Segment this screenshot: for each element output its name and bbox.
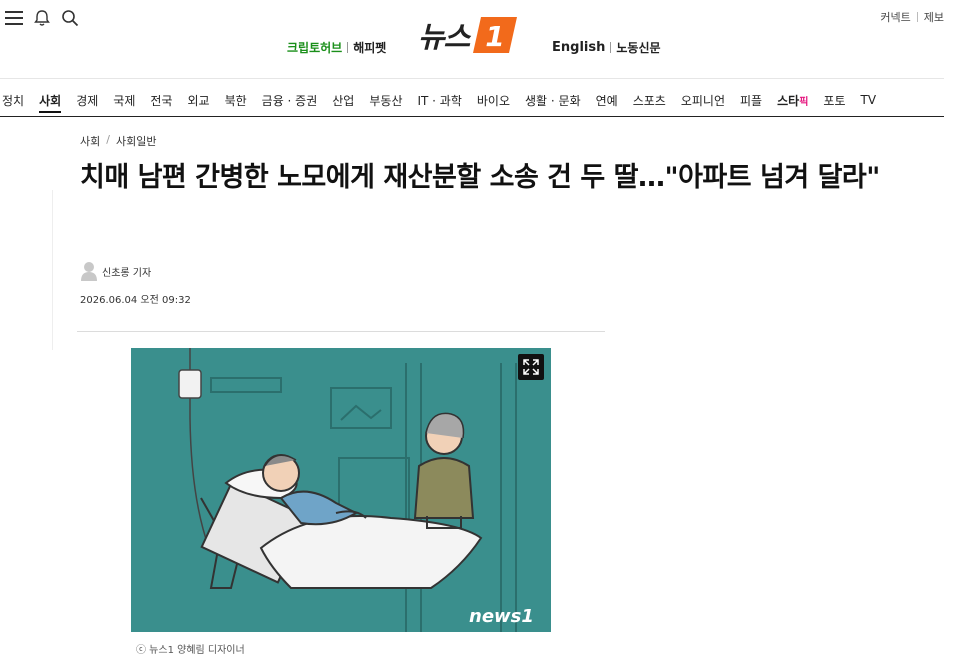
article-illustration: news1 [131,348,551,632]
site-logo[interactable]: 뉴스 1 [418,14,518,56]
logo-number: 1 [486,20,505,53]
nav-item-bio[interactable]: 바이오 [477,92,510,109]
expand-icon [523,359,539,375]
nav-item-entertainment[interactable]: 연예 [596,92,618,109]
star-pick-suffix: 픽 [799,96,809,108]
left-column-rule [52,190,53,350]
happypet-link[interactable]: 해피펫 [353,39,386,56]
connect-link[interactable]: 커넥트 [880,9,910,25]
search-icon[interactable] [60,8,80,28]
article-divider [77,331,605,332]
image-watermark: news1 [469,606,534,627]
nav-item-society[interactable]: 사회 [39,92,62,113]
illustration-artwork: news1 [131,348,551,632]
breadcrumb-section[interactable]: 사회 [80,133,100,149]
nav-bottom-border [0,116,944,117]
expand-image-button[interactable] [518,354,544,380]
avatar [81,262,97,281]
bell-icon[interactable] [32,8,52,28]
header-sub-links-left: 크립토허브 해피펫 [287,39,386,56]
nav-item-opinion[interactable]: 오피니언 [681,92,725,109]
nav-item-real-estate[interactable]: 부동산 [369,92,402,109]
nav-item-north-korea[interactable]: 북한 [225,92,247,109]
nav-item-politics[interactable]: 정치 [2,92,24,109]
nav-item-sports[interactable]: 스포츠 [633,92,666,109]
english-link[interactable]: English [552,40,605,55]
divider [916,12,918,22]
divider [610,42,612,53]
report-link[interactable]: 제보 [924,9,944,25]
nav-item-people[interactable]: 피플 [740,92,762,109]
logo-one-badge: 1 [473,17,518,53]
article-title: 치매 남편 간병한 노모에게 재산분할 소송 건 두 딸…"아파트 넘겨 달라" [80,162,880,193]
breadcrumb-subsection[interactable]: 사회일반 [116,133,156,149]
nav-item-photo[interactable]: 포토 [823,92,845,109]
nav-item-it-science[interactable]: IT · 과학 [417,92,461,109]
hamburger-icon[interactable] [4,8,24,28]
nav-item-international[interactable]: 국제 [113,92,135,109]
labor-news-link[interactable]: 노동신문 [616,39,660,56]
nav-item-diplomacy[interactable]: 외교 [187,92,209,109]
site-header: 커넥트 제보 크립토허브 해피펫 뉴스 1 English 노동신문 [0,0,968,78]
nav-item-economy[interactable]: 경제 [76,92,98,109]
author-name[interactable]: 신초롱 기자 [102,264,151,279]
cryptohub-link[interactable]: 크립토허브 [287,39,342,56]
image-caption: ⓒ 뉴스1 양혜림 디자이너 [136,645,245,656]
breadcrumb: 사회 / 사회일반 [80,133,156,149]
logo-wordmark: 뉴스 [418,20,470,54]
header-sub-links-right: English 노동신문 [552,39,661,56]
nav-item-tv[interactable]: TV [861,93,877,107]
section-nav: 정치 사회 경제 국제 전국 외교 북한 금융 · 증권 산업 부동산 IT ·… [0,86,944,114]
header-utility-icons [4,8,80,28]
nav-top-border [0,78,944,79]
byline: 신초롱 기자 [80,261,151,281]
divider [347,42,349,53]
nav-item-life-culture[interactable]: 생활 · 문화 [525,92,581,109]
nav-item-industry[interactable]: 산업 [332,92,354,109]
star-label: 스타 [777,93,800,108]
breadcrumb-separator: / [106,133,110,146]
publish-date: 2026.06.04 오전 09:32 [80,295,191,306]
nav-item-national[interactable]: 전국 [150,92,172,109]
header-right-links: 커넥트 제보 [880,9,944,25]
nav-item-finance[interactable]: 금융 · 증권 [262,92,318,109]
nav-item-star-pick[interactable]: 스타픽 [777,92,808,109]
